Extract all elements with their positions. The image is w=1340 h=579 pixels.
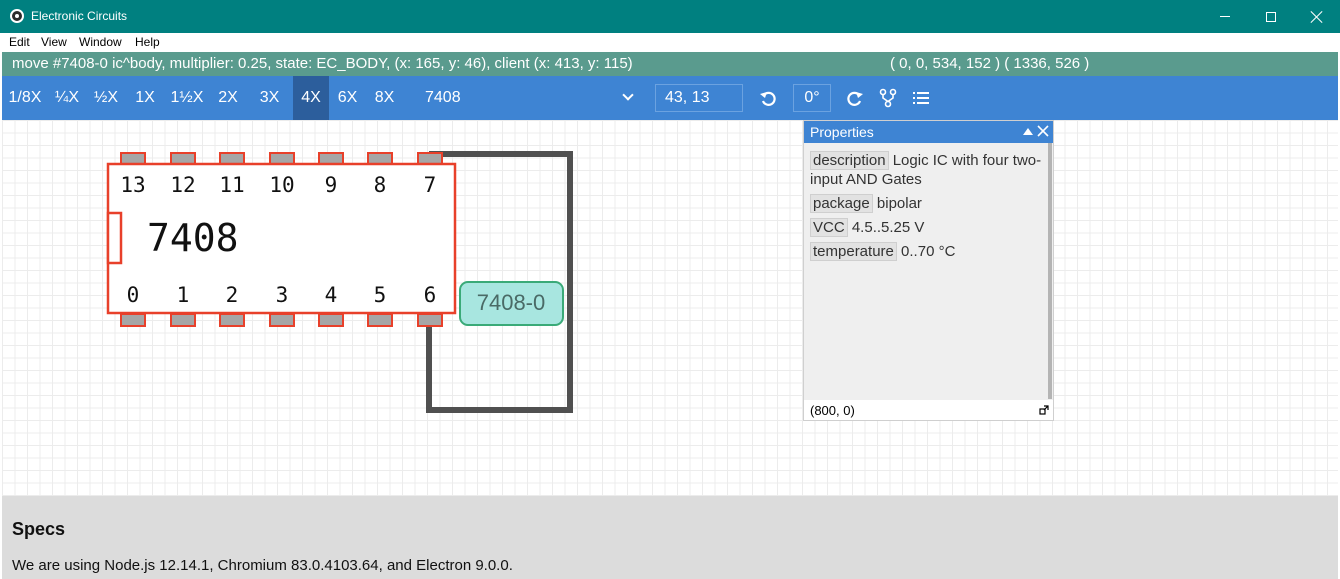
pin-label: 7 (424, 173, 437, 197)
zoom-half-button[interactable]: ½X (86, 76, 126, 120)
property-row: VCC 4.5..5.25 V (810, 218, 1046, 237)
pin-bottom-1[interactable] (170, 313, 196, 327)
pin-bottom-4[interactable] (318, 313, 344, 327)
status-text: move #7408-0 ic^body, multiplier: 0.25, … (12, 55, 633, 72)
properties-panel: Properties description Logic IC with fou… (803, 120, 1054, 421)
property-row: package bipolar (810, 194, 1046, 213)
pin-label: 5 (374, 283, 387, 307)
property-value: bipolar (876, 195, 922, 212)
ic-notch (106, 211, 123, 265)
pin-label: 12 (170, 173, 195, 197)
property-key: VCC (810, 218, 848, 237)
pin-label: 2 (226, 283, 239, 307)
pin-label: 9 (325, 173, 338, 197)
properties-scrollbar[interactable] (1048, 143, 1052, 399)
rotation-input[interactable] (793, 84, 831, 112)
pin-label: 8 (374, 173, 387, 197)
pin-label: 6 (424, 283, 437, 307)
status-bar: move #7408-0 ic^body, multiplier: 0.25, … (2, 52, 1338, 76)
circuit-icon[interactable] (877, 87, 899, 109)
title-bar: Electronic Circuits (0, 0, 1340, 33)
pin-bottom-0[interactable] (120, 313, 146, 327)
window-title: Electronic Circuits (31, 9, 128, 23)
ic-label: 7408 (147, 216, 239, 260)
zoom-3x-button[interactable]: 3X (246, 76, 293, 120)
properties-body: description Logic IC with four two-input… (810, 151, 1046, 266)
pin-label: 0 (127, 283, 140, 307)
pin-label: 1 (177, 283, 190, 307)
properties-footer: (800, 0) (804, 400, 1053, 420)
zoom-2x-button[interactable]: 2X (210, 76, 246, 120)
specs-text: We are using Node.js 12.14.1, Chromium 8… (12, 557, 513, 574)
property-key: package (810, 194, 873, 213)
resize-grip-icon[interactable] (1039, 405, 1049, 415)
maximize-icon (1266, 11, 1276, 22)
menu-help[interactable]: Help (135, 35, 160, 49)
menu-view[interactable]: View (41, 35, 67, 49)
property-row: description Logic IC with four two-input… (810, 151, 1046, 189)
coordinates-input[interactable] (655, 84, 743, 112)
maximize-button[interactable] (1248, 0, 1294, 33)
pin-label: 3 (276, 283, 289, 307)
property-row: temperature 0..70 °C (810, 242, 1046, 261)
panel-position: (800, 0) (810, 403, 855, 418)
property-value: 0..70 °C (901, 243, 956, 260)
zoom-6x-button[interactable]: 6X (329, 76, 366, 120)
circuit-drawing[interactable]: 7408 13 12 11 10 9 8 7 0123456 7408-0 (2, 120, 802, 496)
close-icon[interactable] (1036, 124, 1050, 138)
minimize-icon (1220, 16, 1230, 17)
status-bounds: ( 0, 0, 534, 152 ) ( 1336, 526 ) (890, 55, 1090, 72)
rotate-left-icon[interactable] (758, 87, 780, 109)
component-select[interactable]: 7408 (414, 82, 646, 114)
property-key: temperature (810, 242, 897, 261)
bottom-pins (120, 313, 443, 327)
zoom-quarter-button[interactable]: ¼X (48, 76, 86, 120)
specs-panel: Specs We are using Node.js 12.14.1, Chro… (2, 496, 1338, 579)
chevron-down-icon (622, 89, 634, 101)
zoom-8x-button[interactable]: 8X (366, 76, 403, 120)
pin-label: 10 (269, 173, 294, 197)
property-value: 4.5..5.25 V (851, 219, 925, 236)
minimize-button[interactable] (1202, 0, 1248, 33)
component-tag-label: 7408-0 (477, 290, 546, 315)
circuit-canvas[interactable]: 7408 13 12 11 10 9 8 7 0123456 7408-0 Properti… (2, 120, 1338, 496)
component-select-value: 7408 (425, 89, 461, 106)
pin-bottom-5[interactable] (367, 313, 393, 327)
pin-bottom-2[interactable] (219, 313, 245, 327)
collapse-icon[interactable] (1023, 128, 1033, 135)
close-icon (1311, 11, 1323, 23)
specs-title: Specs (12, 519, 66, 539)
zoom-1x-button[interactable]: 1X (126, 76, 164, 120)
menu-window[interactable]: Window (79, 35, 122, 49)
zoom-4x-button[interactable]: 4X (293, 76, 329, 120)
app-icon (10, 9, 24, 23)
pin-label: 11 (219, 173, 244, 197)
zoom-1-5x-button[interactable]: 1½X (164, 76, 210, 120)
pin-bottom-3[interactable] (269, 313, 295, 327)
list-icon[interactable] (910, 87, 932, 109)
properties-header: Properties (804, 121, 1053, 143)
close-button[interactable] (1294, 0, 1340, 33)
pin-label: 13 (120, 173, 145, 197)
zoom-1-8x-button[interactable]: 1/8X (2, 76, 48, 120)
properties-title: Properties (810, 124, 874, 140)
menu-bar: Edit View Window Help (0, 33, 1340, 52)
property-key: description (810, 151, 889, 170)
pin-label: 4 (325, 283, 338, 307)
toolbar: 1/8X ¼X ½X 1X 1½X 2X 3X 4X 6X 8X 7408 (2, 76, 1338, 120)
pin-bottom-6[interactable] (417, 313, 443, 327)
menu-edit[interactable]: Edit (9, 35, 30, 49)
rotate-right-icon[interactable] (843, 87, 865, 109)
